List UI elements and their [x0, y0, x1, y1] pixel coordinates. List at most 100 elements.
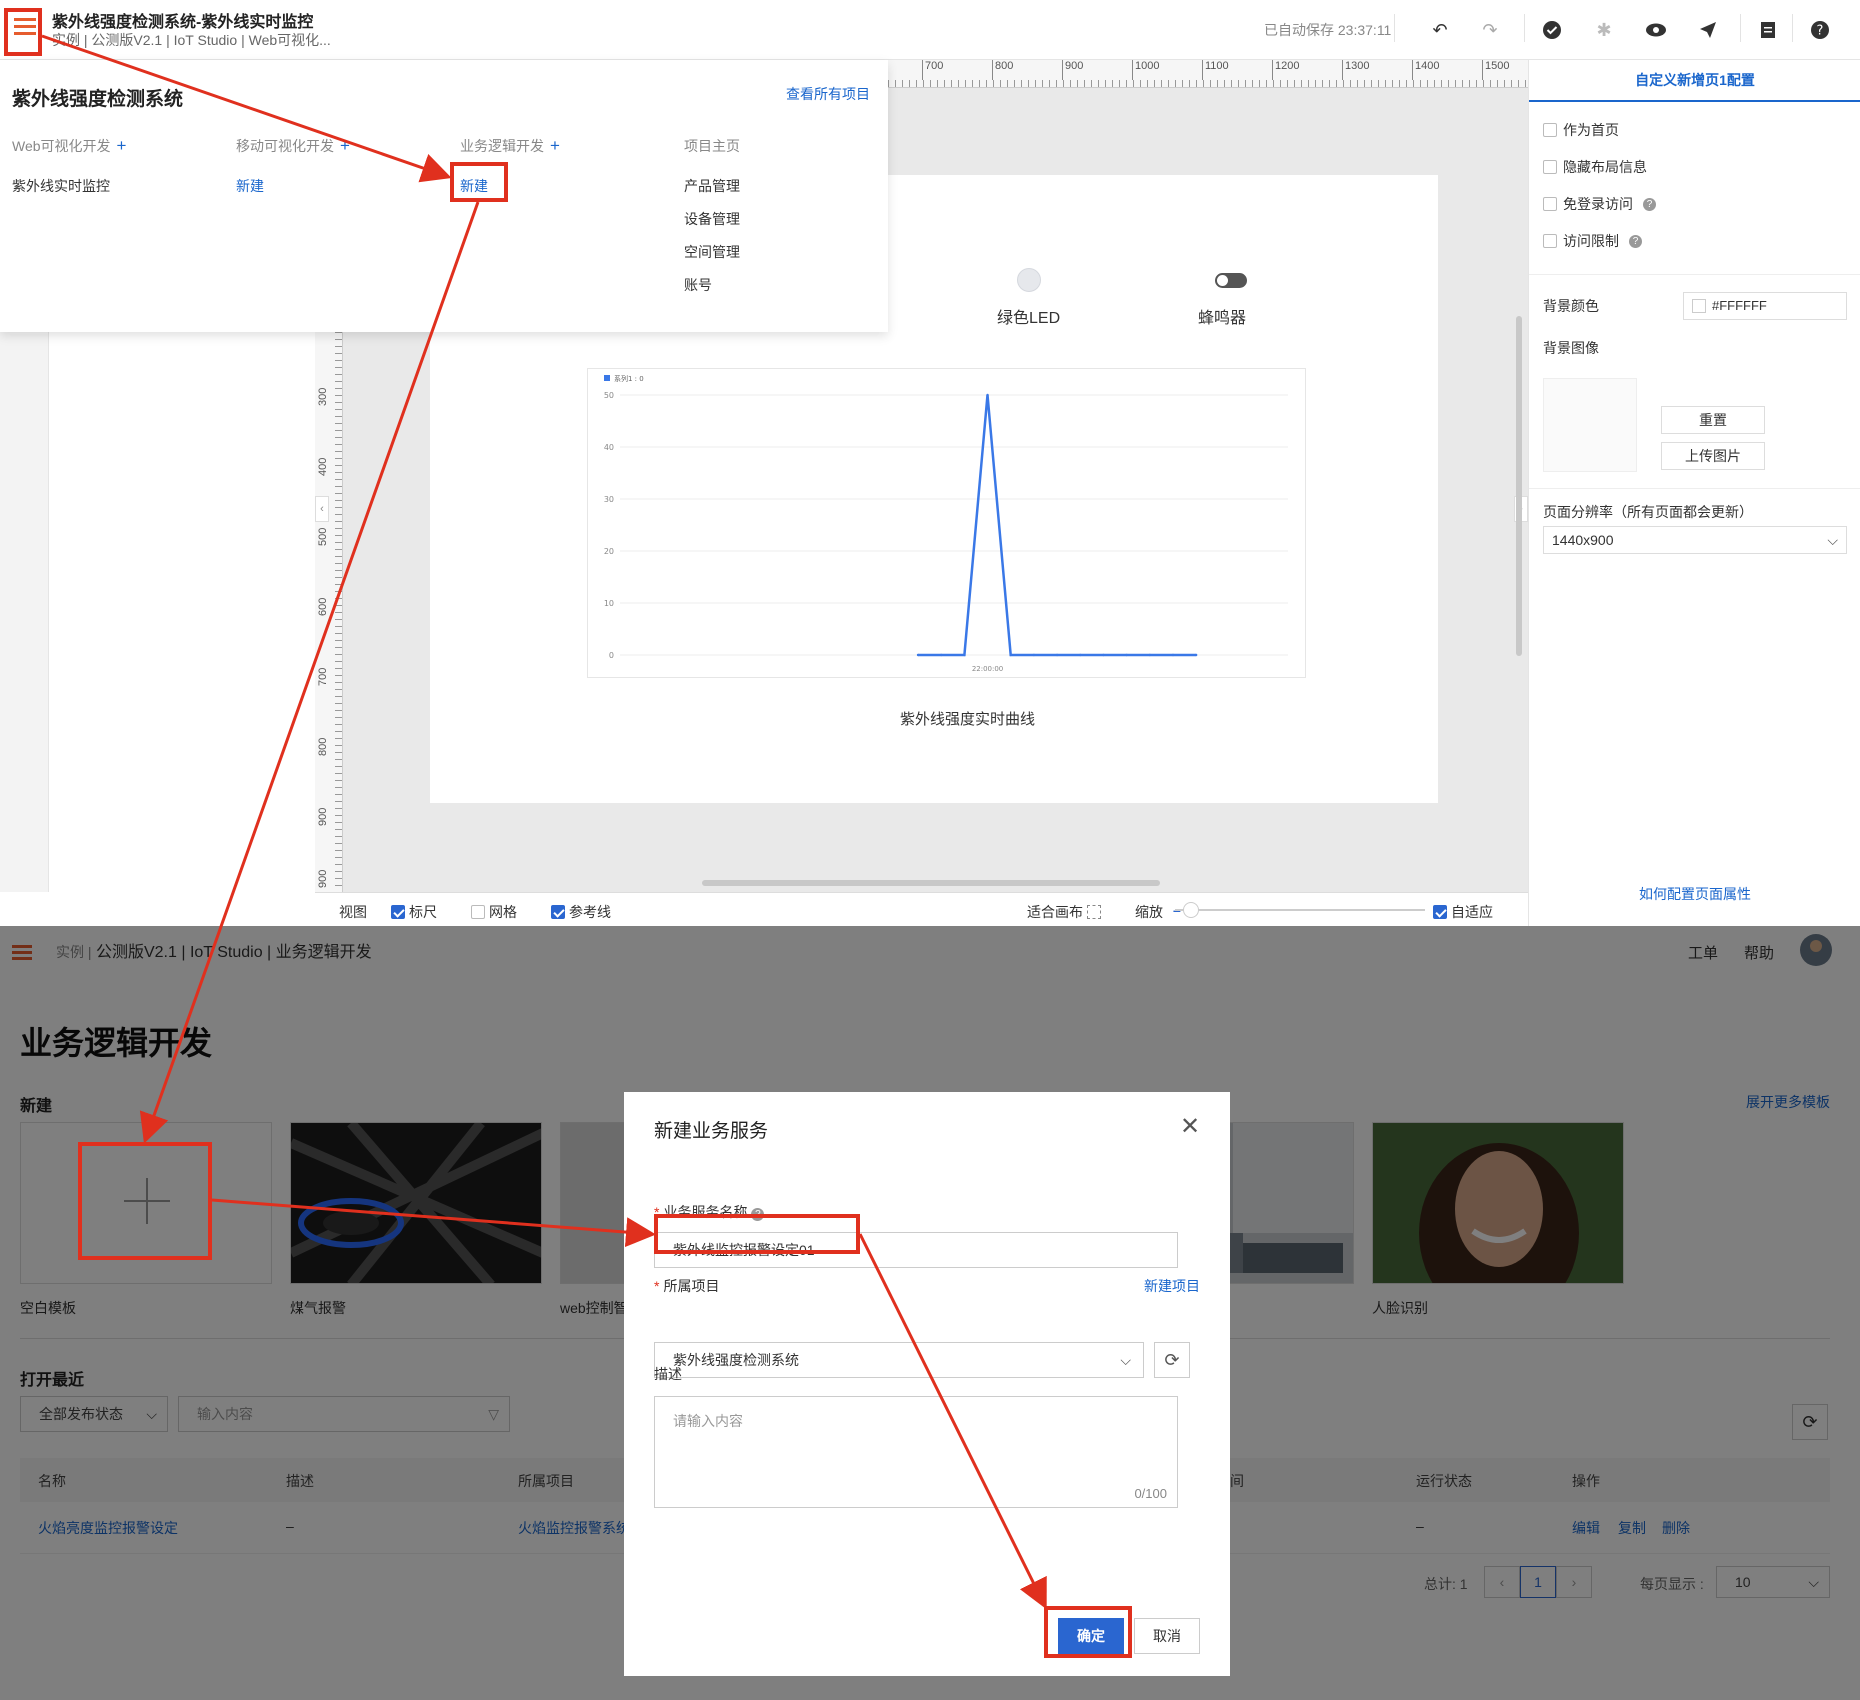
ruler-toggle[interactable]: 标尺: [391, 902, 437, 922]
project-value: 紫外线强度检测系统: [673, 1352, 799, 1368]
guides-toggle[interactable]: 参考线: [551, 902, 611, 922]
ruler-tick-label: 300: [317, 387, 329, 406]
zoom-slider-handle[interactable]: [1183, 902, 1199, 918]
reset-button[interactable]: 重置: [1661, 406, 1765, 434]
web-dev-header: Web可视化开发 +: [12, 136, 126, 156]
option-hide-layout[interactable]: 隐藏布局信息: [1543, 157, 1647, 177]
device-management-link[interactable]: 设备管理: [684, 203, 740, 236]
eye-icon[interactable]: [1644, 18, 1668, 42]
vertical-scrollbar[interactable]: [1516, 316, 1522, 656]
left-panel-inner: [48, 332, 315, 892]
option-no-login[interactable]: 免登录访问?: [1543, 194, 1656, 214]
space-management-link[interactable]: 空间管理: [684, 236, 740, 269]
ruler-tick-label: 1500: [1482, 60, 1509, 80]
doc-icon[interactable]: [1756, 18, 1780, 42]
check-icon[interactable]: [1540, 18, 1564, 42]
mobile-new-link[interactable]: 新建: [236, 170, 350, 203]
buzzer-label: 蜂鸣器: [1198, 310, 1247, 327]
fit-canvas-button[interactable]: 适合画布: [1027, 902, 1101, 922]
chevron-down-icon: ⌵: [1827, 532, 1838, 548]
data-point: [1194, 653, 1198, 657]
config-help-link[interactable]: 如何配置页面属性: [1639, 884, 1751, 904]
collapse-left-icon[interactable]: ‹: [315, 496, 329, 522]
grid-toggle[interactable]: 网格: [471, 902, 517, 922]
question-icon[interactable]: ?: [1643, 197, 1656, 211]
ruler-tick-label: 800: [992, 60, 1013, 80]
account-link[interactable]: 账号: [684, 269, 740, 302]
x-tick-label: 22:00:00: [972, 665, 1003, 673]
undo-icon[interactable]: ↶: [1428, 18, 1452, 42]
option-label: 隐藏布局信息: [1563, 159, 1647, 175]
checkbox[interactable]: [1543, 197, 1557, 211]
autosave-status: 已自动保存 23:37:11: [1264, 22, 1392, 38]
y-tick-label: 50: [604, 391, 614, 400]
series-line: [918, 394, 1197, 657]
view-all-projects-link[interactable]: 查看所有项目: [786, 84, 870, 104]
ruler-tick-label: 1100: [1202, 60, 1229, 80]
new-service-modal: 新建业务服务 ✕ * 业务服务名称? 紫外线监控报警设定01 * 所属项目 新建项目…: [624, 1092, 1230, 1676]
logic-dev-header-label: 业务逻辑开发: [460, 138, 544, 154]
data-point: [1171, 653, 1175, 657]
resolution-select[interactable]: 1440x900 ⌵: [1543, 526, 1847, 554]
question-icon[interactable]: ?: [1629, 234, 1642, 248]
add-icon[interactable]: +: [550, 136, 560, 155]
data-point: [939, 653, 943, 657]
fit-canvas-label: 适合画布: [1027, 904, 1083, 920]
close-icon[interactable]: ✕: [1180, 1112, 1200, 1141]
add-icon[interactable]: +: [117, 136, 127, 155]
project-select[interactable]: 紫外线强度检测系统 ⌵: [654, 1342, 1144, 1378]
data-point: [1148, 653, 1152, 657]
toolbar-divider: [1524, 14, 1525, 42]
add-icon[interactable]: +: [340, 136, 350, 155]
send-icon[interactable]: [1696, 18, 1720, 42]
color-swatch[interactable]: [1692, 299, 1706, 313]
description-placeholder: 请输入内容: [673, 1413, 743, 1429]
breadcrumb: 实例 | 公测版V2.1 | IoT Studio | Web可视化...: [52, 32, 331, 48]
divider: [1529, 274, 1860, 275]
bug-icon[interactable]: ✱: [1592, 18, 1616, 42]
option-set-homepage[interactable]: 作为首页: [1543, 120, 1619, 140]
help-icon[interactable]: ?: [1808, 18, 1832, 42]
legend-swatch: [604, 375, 610, 381]
product-management-link[interactable]: 产品管理: [684, 170, 740, 203]
led-indicator[interactable]: [1017, 268, 1041, 292]
zoom-slider[interactable]: [1175, 902, 1425, 918]
refresh-icon[interactable]: ⟳: [1154, 1342, 1190, 1378]
mobile-dev-header-label: 移动可视化开发: [236, 138, 334, 154]
ruler-tick-label: 500: [317, 527, 329, 546]
chart-caption: 紫外线强度实时曲线: [900, 711, 1036, 728]
checkbox[interactable]: [1543, 234, 1557, 248]
project-dropdown: 紫外线强度检测系统 查看所有项目 Web可视化开发 + 紫外线实时监控 移动可视化…: [0, 60, 888, 332]
checkbox[interactable]: [1433, 905, 1447, 919]
mobile-dev-header: 移动可视化开发 +: [236, 136, 350, 156]
grid-toggle-label: 网格: [489, 904, 517, 920]
upload-image-button[interactable]: 上传图片: [1661, 442, 1765, 470]
project-home-header[interactable]: 项目主页: [684, 136, 740, 156]
data-point: [916, 653, 920, 657]
highlight-blank-template: [78, 1142, 212, 1260]
bg-color-input[interactable]: #FFFFFF: [1683, 292, 1847, 320]
ruler-toggle-label: 标尺: [409, 904, 437, 920]
description-label: 描述: [654, 1366, 682, 1382]
new-project-link[interactable]: 新建项目: [1144, 1276, 1200, 1296]
checkbox[interactable]: [1543, 123, 1557, 137]
mobile-dev-column: 移动可视化开发 + 新建: [236, 136, 350, 203]
checkbox[interactable]: [1543, 160, 1557, 174]
y-tick-label: 10: [604, 599, 614, 608]
description-textarea[interactable]: 请输入内容 0/100: [654, 1396, 1178, 1508]
horizontal-scrollbar[interactable]: [702, 880, 1160, 886]
tab-page-config[interactable]: 自定义新增页1配置: [1529, 60, 1860, 102]
checkbox[interactable]: [391, 905, 405, 919]
highlight-confirm-button: [1044, 1606, 1132, 1658]
checkbox[interactable]: [471, 905, 485, 919]
ruler-tick-label: 1200: [1272, 60, 1299, 80]
cancel-button[interactable]: 取消: [1134, 1618, 1200, 1654]
buzzer-switch[interactable]: [1215, 273, 1247, 288]
checkbox[interactable]: [551, 905, 565, 919]
web-page-item[interactable]: 紫外线实时监控: [12, 170, 126, 203]
adaptive-toggle[interactable]: 自适应: [1433, 902, 1493, 922]
y-tick-label: 0: [609, 651, 614, 660]
project-title: 紫外线强度检测系统: [12, 89, 184, 110]
redo-icon[interactable]: ↷: [1478, 18, 1502, 42]
option-access-limit[interactable]: 访问限制?: [1543, 231, 1642, 251]
